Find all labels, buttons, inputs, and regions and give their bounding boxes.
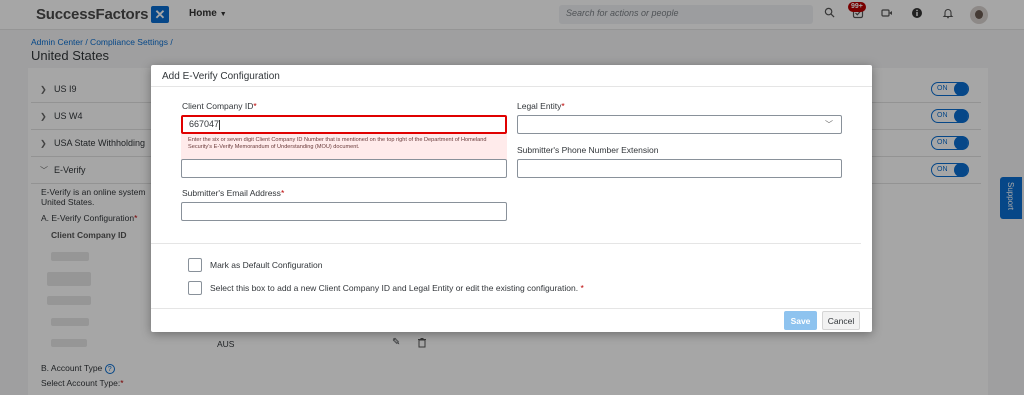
client-id-label: Client Company ID*	[182, 101, 257, 111]
cancel-button[interactable]: Cancel	[822, 311, 860, 330]
required-asterisk: *	[578, 283, 584, 293]
email-input[interactable]	[181, 202, 507, 221]
phone-ext-input[interactable]	[517, 159, 842, 178]
client-id-secondary-input[interactable]	[181, 159, 507, 178]
dialog-section-divider	[151, 243, 861, 244]
email-label: Submitter's Email Address*	[182, 188, 284, 198]
add-new-label: Select this box to add a new Client Comp…	[210, 283, 584, 293]
legal-entity-label-text: Legal Entity	[517, 101, 562, 111]
dialog-footer-divider	[151, 308, 872, 309]
client-id-value: 667047	[189, 119, 220, 129]
dialog-header-divider	[151, 86, 872, 87]
legal-entity-select[interactable]: ﹀	[517, 115, 842, 134]
save-button[interactable]: Save	[784, 311, 817, 330]
default-config-label: Mark as Default Configuration	[210, 260, 323, 270]
text-cursor	[219, 119, 221, 130]
required-asterisk: *	[561, 101, 565, 111]
phone-ext-label: Submitter's Phone Number Extension	[517, 145, 659, 155]
client-id-label-text: Client Company ID	[182, 101, 254, 111]
required-asterisk: *	[280, 188, 285, 198]
default-config-checkbox[interactable]	[188, 258, 202, 272]
dialog-title: Add E-Verify Configuration	[162, 71, 280, 82]
add-everify-dialog: Add E-Verify Configuration Client Compan…	[151, 65, 872, 332]
chevron-down-icon[interactable]: ﹀	[825, 119, 833, 130]
add-new-checkbox[interactable]	[188, 281, 202, 295]
client-id-input[interactable]: 667047	[181, 115, 507, 134]
add-new-label-text: Select this box to add a new Client Comp…	[210, 283, 579, 293]
legal-entity-label: Legal Entity*	[517, 101, 565, 111]
email-label-text: Submitter's Email Address	[182, 188, 281, 198]
client-id-error-message: Enter the six or seven digit Client Comp…	[181, 134, 507, 161]
required-asterisk: *	[253, 101, 257, 111]
